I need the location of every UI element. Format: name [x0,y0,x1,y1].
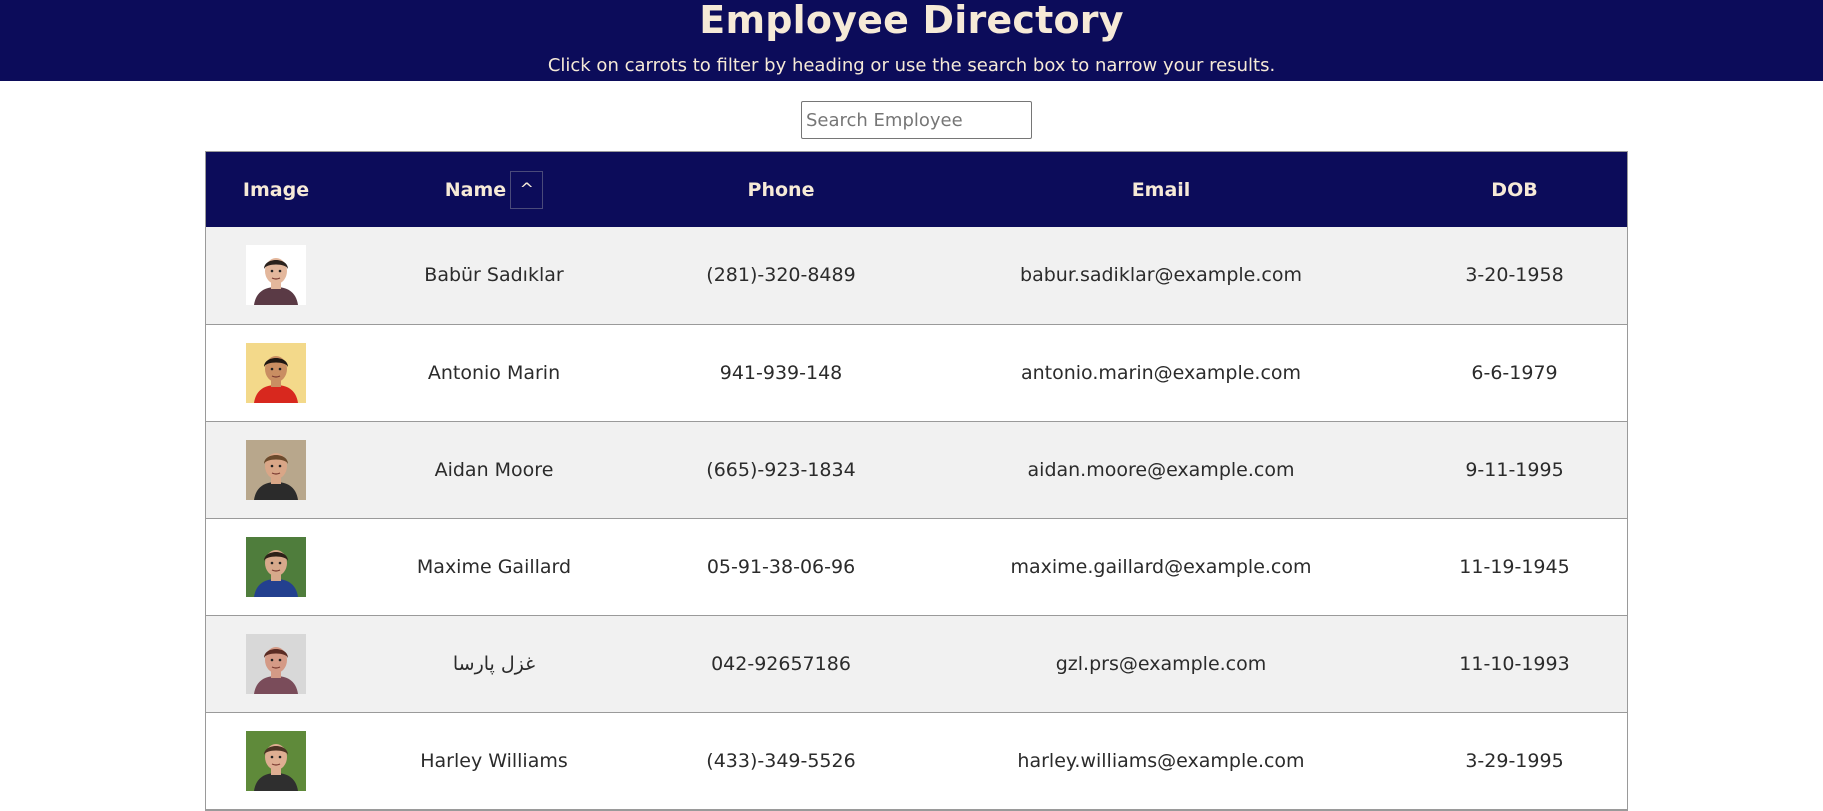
employee-image-cell [206,712,346,809]
page-header: Employee Directory Click on carrots to f… [0,0,1823,81]
employee-dob: 3-20-1958 [1465,264,1564,287]
search-input[interactable] [801,101,1032,139]
employee-table-container: Image Name ^ Phone Email DOB Babür Sadık… [205,151,1628,811]
employee-name: Antonio Marin [427,361,561,384]
employee-dob: 3-29-1995 [1465,749,1564,772]
employee-table: Image Name ^ Phone Email DOB Babür Sadık… [206,152,1627,810]
page-subtitle: Click on carrots to filter by heading or… [547,55,1276,76]
table-row: Harley Williams (433)-349-5526 harley.wi… [206,712,1627,809]
employee-name: غزل پارسا [452,652,536,675]
person-photo-icon [246,439,306,500]
table-row: غزل پارسا 042-92657186 gzl.prs@example.c… [206,615,1627,712]
employee-name: Babür Sadıklar [424,264,564,287]
person-photo-icon [246,245,306,306]
employee-image-cell [206,227,346,324]
table-row: Babür Sadıklar (281)-320-8489 babur.sadi… [206,227,1627,324]
table-body: Babür Sadıklar (281)-320-8489 babur.sadi… [206,227,1627,809]
employee-phone: (281)-320-8489 [706,264,856,287]
person-photo-icon [246,730,306,791]
employee-phone: 941-939-148 [719,361,843,384]
employee-email: maxime.gaillard@example.com [1010,555,1312,578]
column-header-phone: Phone [747,178,815,201]
search-container [801,101,1032,139]
employee-dob: 6-6-1979 [1471,361,1558,384]
employee-dob: 9-11-1995 [1465,458,1564,481]
employee-image-cell [206,518,346,615]
employee-name: Harley Williams [420,749,568,772]
column-header-email: Email [1131,178,1191,201]
employee-image-cell [206,324,346,421]
employee-dob: 11-19-1945 [1459,555,1570,578]
employee-email: babur.sadiklar@example.com [1020,264,1302,287]
employee-email: antonio.marin@example.com [1020,361,1302,384]
table-row: Antonio Marin 941-939-148 antonio.marin@… [206,324,1627,421]
column-header-name-label: Name [444,178,507,201]
employee-phone: 042-92657186 [711,652,851,675]
person-photo-icon [246,536,306,597]
employee-email: gzl.prs@example.com [1055,652,1267,675]
employee-email: harley.williams@example.com [1017,749,1305,772]
person-photo-icon [246,342,306,403]
table-header-row: Image Name ^ Phone Email DOB [206,152,1627,227]
employee-phone: 05-91-38-06-96 [706,555,856,578]
employee-dob: 11-10-1993 [1459,652,1570,675]
table-row: Aidan Moore (665)-923-1834 aidan.moore@e… [206,421,1627,518]
employee-email: aidan.moore@example.com [1027,458,1295,481]
column-header-dob: DOB [1491,178,1538,201]
employee-phone: (665)-923-1834 [706,458,856,481]
table-row: Maxime Gaillard 05-91-38-06-96 maxime.ga… [206,518,1627,615]
employee-name: Maxime Gaillard [416,555,572,578]
page-title: Employee Directory [699,0,1124,42]
column-header-name: Name ^ [346,152,642,227]
employee-image-cell [206,421,346,518]
employee-name: Aidan Moore [434,458,554,481]
column-header-image: Image [242,178,310,201]
employee-image-cell [206,615,346,712]
sort-name-button[interactable]: ^ [510,170,544,209]
person-photo-icon [246,633,306,694]
table-header: Image Name ^ Phone Email DOB [206,152,1627,227]
employee-phone: (433)-349-5526 [706,749,856,772]
